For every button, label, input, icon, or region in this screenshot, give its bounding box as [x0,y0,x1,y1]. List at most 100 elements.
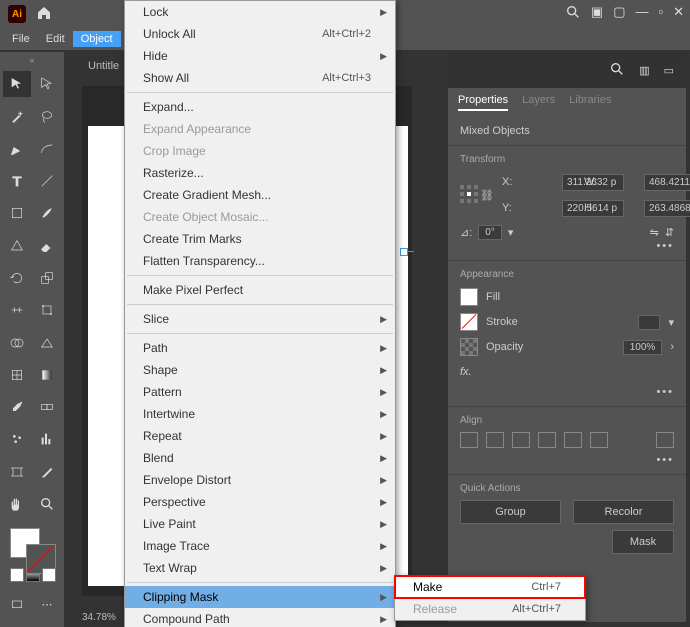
arrange-icon-2[interactable]: ▭ [664,64,674,77]
menu-object[interactable]: Object [73,31,121,47]
menu-file[interactable]: File [4,31,38,47]
h-input[interactable] [644,200,690,217]
link-icon[interactable]: ⛓ [480,189,498,202]
stroke-weight[interactable] [638,315,660,330]
menu-item[interactable]: Pattern▶ [125,381,395,403]
shaper-tool[interactable] [3,233,31,259]
align-right[interactable] [512,432,530,448]
color-mode[interactable] [10,568,24,582]
fill-stroke-swatches[interactable] [2,526,62,586]
brush-tool[interactable] [33,200,61,226]
panel-icon[interactable]: ▣ [591,4,603,23]
home-icon[interactable] [36,5,52,24]
type-tool[interactable] [3,168,31,194]
align-vcenter[interactable] [564,432,582,448]
lasso-tool[interactable] [33,104,61,130]
line-tool[interactable] [33,168,61,194]
zoom-level[interactable]: 34.78% [82,612,116,623]
menu-item[interactable]: Create Trim Marks [125,228,395,250]
edit-toolbar[interactable]: ⋯ [33,592,61,618]
menu-item[interactable]: Compound Path▶ [125,608,395,627]
tab-properties[interactable]: Properties [458,94,508,111]
align-top[interactable] [538,432,556,448]
eyedropper-tool[interactable] [3,394,31,420]
menu-item[interactable]: Text Wrap▶ [125,557,395,579]
opacity-input[interactable]: 100% [623,340,663,355]
width-tool[interactable] [3,297,31,323]
menu-item[interactable]: Live Paint▶ [125,513,395,535]
artboard-tool[interactable] [3,459,31,485]
rotate-tool[interactable] [3,265,31,291]
rectangle-tool[interactable] [3,200,31,226]
opacity-swatch[interactable] [460,338,478,356]
menu-item[interactable]: Expand... [125,96,395,118]
w-input[interactable] [644,174,690,191]
flip-v-icon[interactable]: ⇵ [665,226,674,239]
menu-item[interactable]: Repeat▶ [125,425,395,447]
direct-selection-tool[interactable] [33,71,61,97]
menu-item[interactable]: Flatten Transparency... [125,250,395,272]
maximize-icon[interactable]: ▫ [658,4,663,23]
tab-layers[interactable]: Layers [522,94,555,111]
graph-tool[interactable] [33,426,61,452]
menu-item[interactable]: Intertwine▶ [125,403,395,425]
align-hcenter[interactable] [486,432,504,448]
menu-item[interactable]: MakeCtrl+7 [395,576,585,598]
angle-dropdown[interactable]: ▾ [508,226,514,239]
menu-item[interactable]: Path▶ [125,337,395,359]
align-bottom[interactable] [590,432,608,448]
search-icon[interactable] [565,4,581,23]
search-icon[interactable] [609,61,625,80]
screen-mode[interactable] [3,592,31,618]
close-icon[interactable]: ✕ [673,4,684,23]
menu-item[interactable]: Perspective▶ [125,491,395,513]
more-options[interactable]: ••• [460,454,674,466]
shape-builder-tool[interactable] [3,330,31,356]
group-button[interactable]: Group [460,500,561,524]
menu-item[interactable]: Make Pixel Perfect [125,279,395,301]
reference-point[interactable] [460,185,480,205]
align-left[interactable] [460,432,478,448]
perspective-tool[interactable] [33,330,61,356]
menu-item[interactable]: Slice▶ [125,308,395,330]
arrange-icon[interactable]: ▥ [639,64,649,77]
hand-tool[interactable] [3,491,31,517]
blend-tool[interactable] [33,394,61,420]
stroke-dropdown[interactable]: ▾ [668,316,674,329]
panel-icon-2[interactable]: ▢ [613,4,625,23]
anchor-handle[interactable] [398,246,412,260]
slice-tool[interactable] [33,459,61,485]
menu-edit[interactable]: Edit [38,31,73,47]
menu-item[interactable]: Hide▶ [125,45,395,67]
scale-tool[interactable] [33,265,61,291]
toolbar-caret[interactable]: « [2,56,62,66]
menu-item[interactable]: Envelope Distort▶ [125,469,395,491]
curvature-tool[interactable] [33,136,61,162]
opacity-arrow[interactable]: › [670,341,674,353]
menu-item[interactable]: Rasterize... [125,162,395,184]
menu-item[interactable]: Unlock AllAlt+Ctrl+2 [125,23,395,45]
minimize-icon[interactable]: ― [635,4,648,23]
selection-tool[interactable] [3,71,31,97]
pen-tool[interactable] [3,136,31,162]
free-transform-tool[interactable] [33,297,61,323]
none-mode[interactable] [42,568,56,582]
angle-input[interactable]: 0° [478,225,502,240]
more-options[interactable]: ••• [460,386,674,398]
menu-item[interactable]: Show AllAlt+Ctrl+3 [125,67,395,89]
more-options[interactable]: ••• [460,240,674,252]
menu-item[interactable]: Blend▶ [125,447,395,469]
menu-item[interactable]: Lock▶ [125,1,395,23]
menu-item[interactable]: Shape▶ [125,359,395,381]
recolor-button[interactable]: Recolor [573,500,674,524]
gradient-tool[interactable] [33,362,61,388]
magic-wand-tool[interactable] [3,104,31,130]
fx-label[interactable]: fx. [460,366,472,378]
menu-item[interactable]: Clipping Mask▶ [125,586,395,608]
document-tab[interactable]: Untitle [78,56,129,76]
flip-h-icon[interactable]: ⇋ [650,226,659,239]
menu-item[interactable]: Image Trace▶ [125,535,395,557]
fill-swatch[interactable] [460,288,478,306]
menu-item[interactable]: Create Gradient Mesh... [125,184,395,206]
symbol-sprayer-tool[interactable] [3,426,31,452]
